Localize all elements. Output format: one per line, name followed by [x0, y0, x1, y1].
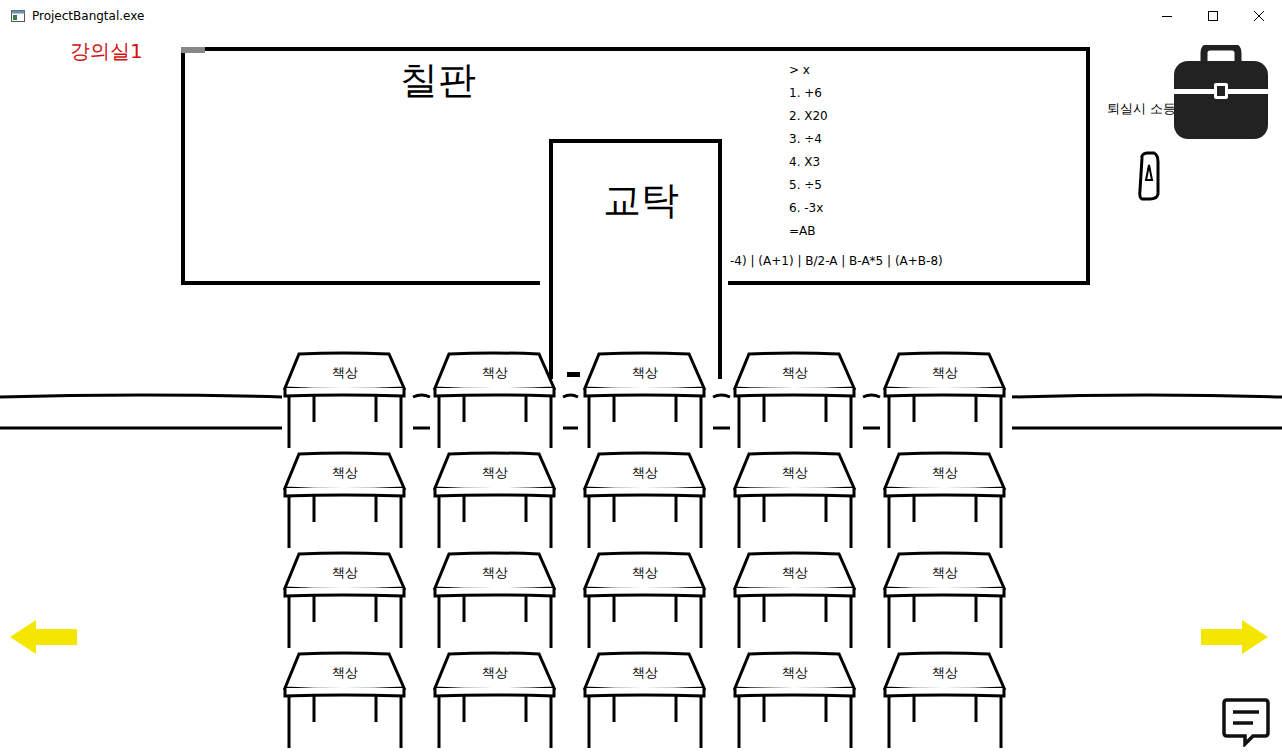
desk-label: 책상 [583, 664, 707, 682]
board-line: 6. -3x [789, 201, 823, 217]
desk-label: 책상 [733, 664, 857, 682]
board-line: 1. +6 [789, 86, 822, 102]
board-line: 4. X3 [789, 155, 820, 171]
desk[interactable]: 책상 [583, 550, 707, 650]
maximize-button[interactable] [1190, 0, 1236, 32]
desk-label: 책상 [433, 564, 557, 582]
game-scene: 강의실1 칠판 > x 1. +6 2. X20 3. ÷4 4. X3 5. ÷5 6. -3… [0, 32, 1282, 754]
app-icon [10, 8, 26, 24]
desk[interactable]: 책상 [283, 650, 407, 750]
right-arrow-icon[interactable] [1200, 620, 1268, 654]
desk-label: 책상 [583, 464, 707, 482]
desk-label: 책상 [733, 464, 857, 482]
board-corner-mark [181, 47, 205, 53]
desk-label: 책상 [583, 364, 707, 382]
desk[interactable]: 책상 [583, 450, 707, 550]
desk[interactable]: 책상 [283, 350, 407, 450]
title-bar: ProjectBangtal.exe [0, 0, 1282, 32]
blackboard-label: 칠판 [400, 58, 476, 104]
desk[interactable]: 책상 [733, 450, 857, 550]
desk-label: 책상 [283, 564, 407, 582]
desk[interactable]: 책상 [583, 650, 707, 750]
desk-label: 책상 [283, 364, 407, 382]
desk[interactable]: 책상 [433, 650, 557, 750]
desk-label: 책상 [883, 464, 1007, 482]
desk[interactable]: 책상 [733, 350, 857, 450]
desk-label: 책상 [433, 464, 557, 482]
desk-label: 책상 [283, 464, 407, 482]
desk-label: 책상 [433, 364, 557, 382]
desk[interactable]: 책상 [283, 450, 407, 550]
left-arrow-icon[interactable] [10, 620, 78, 654]
desk-label: 책상 [283, 664, 407, 682]
close-button[interactable] [1236, 0, 1282, 32]
desk[interactable]: 책상 [433, 350, 557, 450]
window-title: ProjectBangtal.exe [32, 9, 1144, 23]
desk[interactable]: 책상 [733, 550, 857, 650]
desk-label: 책상 [583, 564, 707, 582]
chat-icon[interactable] [1221, 697, 1271, 747]
desk[interactable]: 책상 [433, 450, 557, 550]
desk-label: 책상 [883, 564, 1007, 582]
desk[interactable]: 책상 [883, 550, 1007, 650]
desk[interactable]: 책상 [583, 350, 707, 450]
bag-icon[interactable] [1172, 45, 1270, 141]
desk-label: 책상 [883, 664, 1007, 682]
podium-label: 교탁 [603, 178, 679, 224]
board-line: 3. ÷4 [789, 132, 822, 148]
desk-label: 책상 [733, 364, 857, 382]
desk[interactable]: 책상 [883, 650, 1007, 750]
light-switch-icon[interactable] [1137, 150, 1161, 202]
desk-label: 책상 [733, 564, 857, 582]
board-line: > x [789, 63, 810, 79]
desk-label: 책상 [883, 364, 1007, 382]
desk[interactable]: 책상 [883, 350, 1007, 450]
board-line: =AB [789, 224, 816, 240]
board-line: 5. ÷5 [789, 178, 822, 194]
desk-label: 책상 [433, 664, 557, 682]
desk[interactable]: 책상 [733, 650, 857, 750]
desk[interactable]: 책상 [283, 550, 407, 650]
board-line: 2. X20 [789, 109, 828, 125]
room-label: 강의실1 [70, 38, 143, 65]
podium[interactable] [549, 139, 722, 379]
board-equation: -4) | (A+1) | B/2-A | B-A*5 | (A+B-8) [730, 254, 943, 270]
desk[interactable]: 책상 [433, 550, 557, 650]
podium-base-mark [567, 372, 580, 377]
desk[interactable]: 책상 [883, 450, 1007, 550]
minimize-button[interactable] [1144, 0, 1190, 32]
